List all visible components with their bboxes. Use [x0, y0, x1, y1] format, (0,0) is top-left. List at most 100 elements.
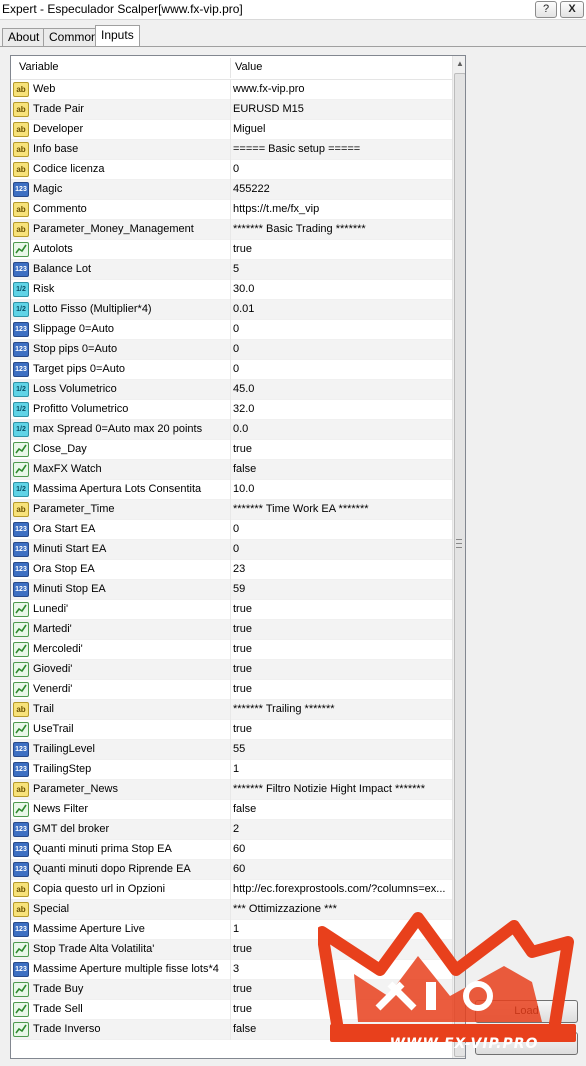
variable-value[interactable]: true: [233, 443, 449, 455]
table-row[interactable]: Lunedi' true: [11, 600, 452, 620]
table-row[interactable]: 1/2 Lotto Fisso (Multiplier*4) 0.01: [11, 300, 452, 320]
table-row[interactable]: 1/2 Profitto Volumetrico 32.0: [11, 400, 452, 420]
variable-value[interactable]: true: [233, 683, 449, 695]
scrollbar-thumb[interactable]: [454, 73, 465, 1057]
variable-value[interactable]: 60: [233, 843, 449, 855]
table-row[interactable]: 123 Quanti minuti dopo Riprende EA 60: [11, 860, 452, 880]
variable-value[interactable]: 0: [233, 163, 449, 175]
table-row[interactable]: UseTrail true: [11, 720, 452, 740]
variable-value[interactable]: 5: [233, 263, 449, 275]
table-row[interactable]: ab Trail ******* Trailing *******: [11, 700, 452, 720]
close-button[interactable]: X: [560, 1, 584, 18]
table-row[interactable]: 123 Minuti Stop EA 59: [11, 580, 452, 600]
variable-value[interactable]: true: [233, 643, 449, 655]
variable-value[interactable]: http://ec.forexprostools.com/?columns=ex…: [233, 883, 449, 895]
table-row[interactable]: ab Trade Pair EURUSD M15: [11, 100, 452, 120]
table-row[interactable]: Venerdi' true: [11, 680, 452, 700]
table-row[interactable]: 123 Minuti Start EA 0: [11, 540, 452, 560]
variable-value[interactable]: 32.0: [233, 403, 449, 415]
table-row[interactable]: 123 Ora Stop EA 23: [11, 560, 452, 580]
table-row[interactable]: Mercoledi' true: [11, 640, 452, 660]
table-row[interactable]: ab Developer Miguel: [11, 120, 452, 140]
variable-value[interactable]: 0: [233, 543, 449, 555]
table-row[interactable]: 1/2 Risk 30.0: [11, 280, 452, 300]
table-row[interactable]: Close_Day true: [11, 440, 452, 460]
variable-value[interactable]: 2: [233, 823, 449, 835]
help-button[interactable]: ?: [535, 1, 557, 18]
variable-name: Giovedi': [33, 663, 73, 675]
row-column-divider: [230, 660, 231, 680]
variable-value[interactable]: EURUSD M15: [233, 103, 449, 115]
table-row[interactable]: 1/2 max Spread 0=Auto max 20 points 0.0: [11, 420, 452, 440]
table-row[interactable]: ab Parameter_Time ******* Time Work EA ***…: [11, 500, 452, 520]
column-header-value[interactable]: Value: [235, 61, 262, 73]
tab-about[interactable]: About: [2, 28, 46, 47]
variable-value[interactable]: 0: [233, 523, 449, 535]
table-row[interactable]: Giovedi' true: [11, 660, 452, 680]
column-separator[interactable]: [230, 58, 231, 78]
variable-value[interactable]: true: [233, 243, 449, 255]
table-row[interactable]: 123 Slippage 0=Auto 0: [11, 320, 452, 340]
table-row[interactable]: 1/2 Loss Volumetrico 45.0: [11, 380, 452, 400]
table-row[interactable]: News Filter false: [11, 800, 452, 820]
table-row[interactable]: Martedi' true: [11, 620, 452, 640]
variable-value[interactable]: www.fx-vip.pro: [233, 83, 449, 95]
table-row[interactable]: 123 TrailingStep 1: [11, 760, 452, 780]
variable-value[interactable]: 23: [233, 563, 449, 575]
variable-value[interactable]: false: [233, 463, 449, 475]
table-row[interactable]: 123 Magic 455222: [11, 180, 452, 200]
variable-value[interactable]: 45.0: [233, 383, 449, 395]
variable-value[interactable]: ******* Trailing *******: [233, 703, 449, 715]
table-row[interactable]: 123 Balance Lot 5: [11, 260, 452, 280]
table-row[interactable]: 123 Ora Start EA 0: [11, 520, 452, 540]
table-row[interactable]: 123 GMT del broker 2: [11, 820, 452, 840]
variable-value[interactable]: 60: [233, 863, 449, 875]
table-row[interactable]: ab Parameter_Money_Management ******* Basi…: [11, 220, 452, 240]
variable-value[interactable]: true: [233, 603, 449, 615]
column-header-variable[interactable]: Variable: [19, 61, 59, 73]
variable-value[interactable]: 0.01: [233, 303, 449, 315]
variable-value[interactable]: Miguel: [233, 123, 449, 135]
variable-value[interactable]: https://t.me/fx_vip: [233, 203, 449, 215]
variable-value[interactable]: 59: [233, 583, 449, 595]
variable-value[interactable]: false: [233, 803, 449, 815]
variable-value[interactable]: 0.0: [233, 423, 449, 435]
string-type-icon: ab: [13, 702, 29, 717]
variable-value[interactable]: ******* Basic Trading *******: [233, 223, 449, 235]
table-row[interactable]: 123 Stop pips 0=Auto 0: [11, 340, 452, 360]
variable-value[interactable]: 55: [233, 743, 449, 755]
table-row[interactable]: ab Info base ===== Basic setup =====: [11, 140, 452, 160]
string-type-icon: ab: [13, 502, 29, 517]
table-row[interactable]: MaxFX Watch false: [11, 460, 452, 480]
table-row[interactable]: Autolots true: [11, 240, 452, 260]
table-row[interactable]: 1/2 Massima Apertura Lots Consentita 10.0: [11, 480, 452, 500]
variable-value[interactable]: ******* Time Work EA *******: [233, 503, 449, 515]
string-type-icon: ab: [13, 102, 29, 117]
table-row[interactable]: ab Web www.fx-vip.pro: [11, 80, 452, 100]
table-row[interactable]: 123 TrailingLevel 55: [11, 740, 452, 760]
variable-value[interactable]: 0: [233, 323, 449, 335]
scroll-up-arrow-icon[interactable]: ▲: [453, 56, 465, 72]
variable-value[interactable]: 10.0: [233, 483, 449, 495]
row-column-divider: [230, 560, 231, 580]
table-row[interactable]: ab Copia questo url in Opzioni http://ec.f…: [11, 880, 452, 900]
table-row[interactable]: 123 Target pips 0=Auto 0: [11, 360, 452, 380]
table-row[interactable]: ab Commento https://t.me/fx_vip: [11, 200, 452, 220]
table-row[interactable]: ab Parameter_News ******* Filtro Notizie H…: [11, 780, 452, 800]
variable-value[interactable]: true: [233, 663, 449, 675]
vertical-scrollbar[interactable]: ▲: [452, 56, 465, 1058]
variable-value[interactable]: ******* Filtro Notizie Hight Impact ****…: [233, 783, 449, 795]
variable-value[interactable]: 30.0: [233, 283, 449, 295]
variable-value[interactable]: true: [233, 723, 449, 735]
variable-value[interactable]: true: [233, 623, 449, 635]
variable-value[interactable]: 0: [233, 363, 449, 375]
boolean-type-icon: [13, 722, 29, 737]
variable-value[interactable]: 1: [233, 763, 449, 775]
variable-name: Martedi': [33, 623, 72, 635]
tab-inputs[interactable]: Inputs: [95, 25, 140, 47]
table-row[interactable]: 123 Quanti minuti prima Stop EA 60: [11, 840, 452, 860]
variable-value[interactable]: ===== Basic setup =====: [233, 143, 449, 155]
variable-value[interactable]: 0: [233, 343, 449, 355]
table-row[interactable]: ab Codice licenza 0: [11, 160, 452, 180]
variable-value[interactable]: 455222: [233, 183, 449, 195]
